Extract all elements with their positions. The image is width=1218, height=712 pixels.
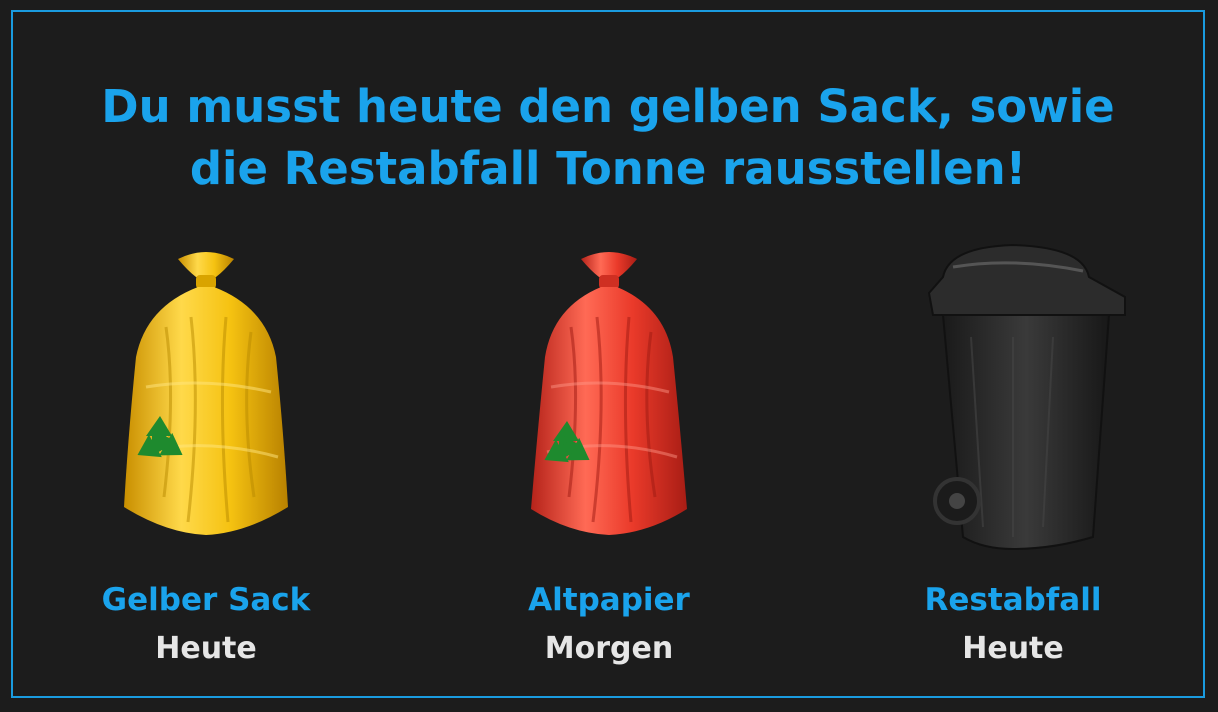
waste-bin-icon: [927, 243, 1126, 551]
item-pickup-day: Morgen: [544, 631, 674, 666]
waste-item-restabfall: Restabfall Heute: [853, 237, 1173, 677]
item-name: Restabfall: [924, 582, 1102, 618]
notification-panel: Du musst heute den gelben Sack, sowie di…: [11, 10, 1205, 698]
item-name: Altpapier: [528, 582, 690, 618]
waste-item-gelber-sack: Gelber Sack Heute: [46, 237, 366, 677]
headline: Du musst heute den gelben Sack, sowie di…: [13, 76, 1203, 200]
yellow-bag-icon: [124, 252, 288, 535]
item-name: Gelber Sack: [101, 582, 311, 618]
item-pickup-day: Heute: [962, 631, 1064, 666]
waste-item-altpapier: Altpapier Morgen: [449, 237, 769, 677]
item-pickup-day: Heute: [155, 631, 257, 666]
headline-line-2: die Restabfall Tonne rausstellen!: [189, 142, 1027, 195]
headline-line-1: Du musst heute den gelben Sack, sowie: [101, 80, 1115, 133]
red-bag-icon: [531, 252, 687, 535]
